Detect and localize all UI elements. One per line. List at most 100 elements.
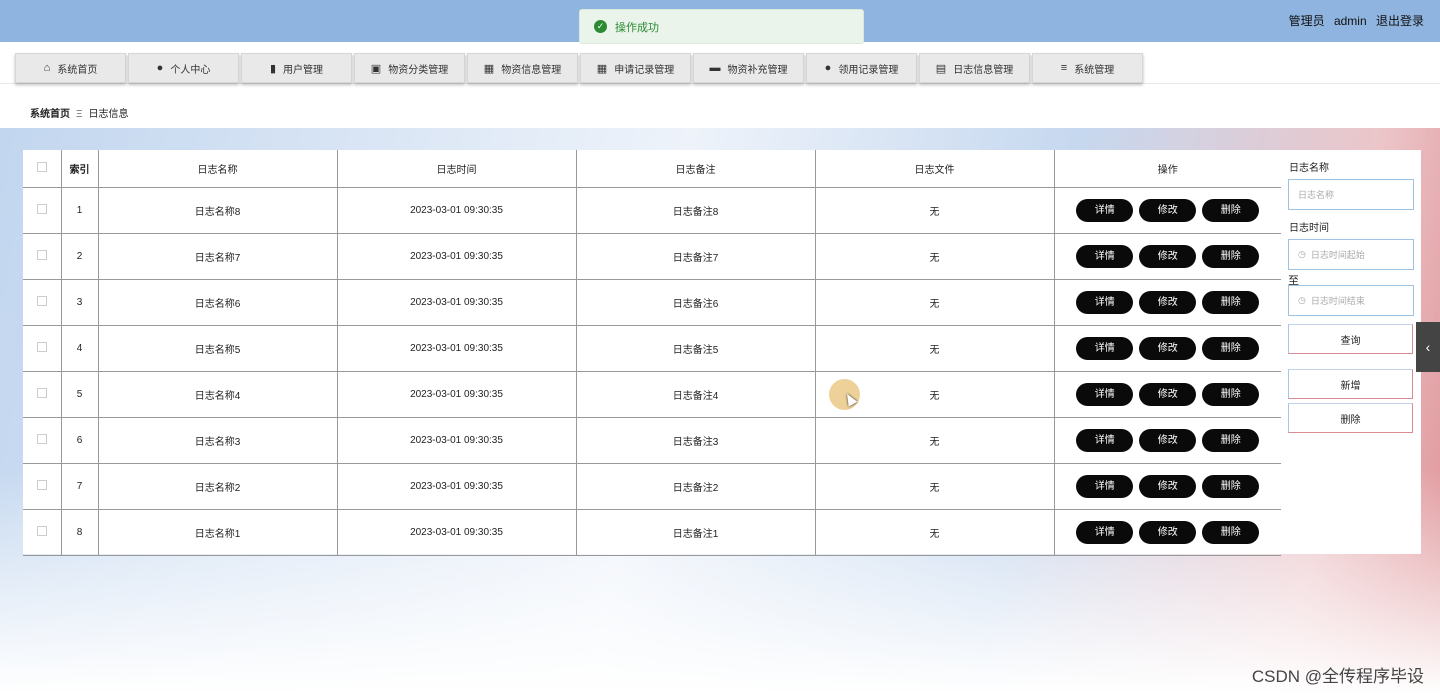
user-role: 管理员 (1288, 14, 1325, 28)
cell-time: 2023-03-01 09:30:35 (336, 325, 576, 372)
nav-label: 个人中心 (170, 64, 211, 76)
cell-time: 2023-03-01 09:30:35 (336, 463, 576, 510)
delete-button[interactable]: 删除 (1202, 198, 1260, 222)
edit-button[interactable]: 修改 (1139, 428, 1197, 452)
delete-button[interactable]: 删除 (1202, 382, 1260, 406)
grid-icon: ▦ (596, 62, 608, 75)
cell-name: 日志名称6 (97, 279, 337, 326)
username: admin (1333, 14, 1367, 28)
nav-item-users[interactable]: ▮ 用户管理 (241, 53, 352, 83)
home-icon: ⌂ (43, 62, 51, 74)
time-start-input[interactable]: ◷ 日志时间起始 (1288, 239, 1414, 270)
row-select-cell (23, 233, 61, 280)
watermark: CSDN @全传程序毕设 (1251, 667, 1424, 686)
time-end-input[interactable]: ◷ 日志时间结束 (1288, 285, 1414, 316)
row-checkbox[interactable] (36, 249, 47, 260)
row-checkbox[interactable] (36, 387, 47, 398)
edit-button[interactable]: 修改 (1139, 382, 1197, 406)
row-checkbox[interactable] (36, 433, 47, 444)
nav-item-home[interactable]: ⌂ 系统首页 (15, 53, 126, 83)
select-all-checkbox[interactable] (36, 161, 47, 172)
nav-item-application-records[interactable]: ▦ 申请记录管理 (580, 53, 691, 83)
nav-item-material-info[interactable]: ▦ 物资信息管理 (467, 53, 578, 83)
nav-label: 用户管理 (283, 64, 324, 76)
row-select-cell (23, 187, 61, 234)
table-row: 7 日志名称2 2023-03-01 09:30:35 日志备注2 无 详情 修改… (23, 463, 1281, 510)
delete-button[interactable]: 删除 (1202, 244, 1260, 268)
cell-actions: 详情 修改 删除 (1053, 509, 1281, 556)
delete-button[interactable]: 删除 (1202, 336, 1260, 360)
check-circle-icon: ✓ (594, 20, 607, 33)
detail-button[interactable]: 详情 (1076, 336, 1134, 360)
detail-button[interactable]: 详情 (1076, 382, 1134, 406)
nav-label: 物资补充管理 (727, 64, 788, 76)
edit-button[interactable]: 修改 (1139, 198, 1197, 222)
delete-button[interactable]: 删除 (1202, 520, 1260, 544)
nav-item-profile[interactable]: ● 个人中心 (128, 53, 239, 83)
detail-button[interactable]: 详情 (1076, 198, 1134, 222)
edit-button[interactable]: 修改 (1139, 244, 1197, 268)
nav-item-receipt-records[interactable]: ● 领用记录管理 (806, 53, 917, 83)
edit-button[interactable]: 修改 (1139, 520, 1197, 544)
row-checkbox[interactable] (36, 341, 47, 352)
cell-index: 2 (60, 233, 98, 280)
row-checkbox[interactable] (36, 479, 47, 490)
add-button[interactable]: 新增 (1288, 369, 1413, 399)
cell-index: 4 (60, 325, 98, 372)
cell-actions: 详情 修改 删除 (1053, 279, 1281, 326)
nav-item-material-supply[interactable]: ▬ 物资补充管理 (693, 53, 804, 83)
cell-time: 2023-03-01 09:30:35 (336, 187, 576, 234)
logout-link[interactable]: 退出登录 (1376, 14, 1424, 28)
edit-button[interactable]: 修改 (1139, 290, 1197, 314)
col-actions: 操作 (1053, 150, 1281, 188)
breadcrumb-home[interactable]: 系统首页 (30, 109, 70, 120)
collapse-toggle[interactable]: ‹ (1416, 322, 1440, 372)
success-toast: ✓ 操作成功 (579, 9, 864, 44)
cell-name: 日志名称8 (97, 187, 337, 234)
cell-index: 6 (60, 417, 98, 464)
row-checkbox[interactable] (36, 295, 47, 306)
printer-icon: ▤ (935, 62, 947, 75)
table-row: 5 日志名称4 2023-03-01 09:30:35 日志备注4 无 详情 修改… (23, 371, 1281, 418)
nav-item-material-category[interactable]: ▣ 物资分类管理 (354, 53, 465, 83)
cell-note: 日志备注2 (575, 463, 815, 510)
clock-icon: ◷ (1298, 249, 1306, 259)
table-row: 2 日志名称7 2023-03-01 09:30:35 日志备注7 无 详情 修改… (23, 233, 1281, 280)
col-time: 日志时间 (336, 150, 576, 188)
nav-label: 系统管理 (1074, 64, 1115, 76)
detail-button[interactable]: 详情 (1076, 428, 1134, 452)
cell-name: 日志名称5 (97, 325, 337, 372)
time-end-placeholder: 日志时间结束 (1310, 296, 1365, 306)
edit-button[interactable]: 修改 (1139, 336, 1197, 360)
name-search-input[interactable]: 日志名称 (1288, 179, 1414, 210)
menu-icon: ≡ (1060, 62, 1068, 74)
cell-index: 1 (60, 187, 98, 234)
book-icon: ▮ (269, 62, 277, 75)
row-checkbox[interactable] (36, 203, 47, 214)
cell-actions: 详情 修改 删除 (1053, 463, 1281, 510)
detail-button[interactable]: 详情 (1076, 244, 1134, 268)
cell-note: 日志备注1 (575, 509, 815, 556)
detail-button[interactable]: 详情 (1076, 520, 1134, 544)
chevron-left-icon: ‹ (1425, 339, 1431, 355)
detail-button[interactable]: 详情 (1076, 290, 1134, 314)
row-select-cell (23, 463, 61, 510)
detail-button[interactable]: 详情 (1076, 474, 1134, 498)
cell-file: 无 (814, 325, 1054, 372)
row-checkbox[interactable] (36, 525, 47, 536)
cell-note: 日志备注7 (575, 233, 815, 280)
cell-actions: 详情 修改 删除 (1053, 187, 1281, 234)
delete-button[interactable]: 删除 (1202, 290, 1260, 314)
col-note: 日志备注 (575, 150, 815, 188)
nav-item-log-info[interactable]: ▤ 日志信息管理 (919, 53, 1030, 83)
nav-item-system[interactable]: ≡ 系统管理 (1032, 53, 1143, 83)
edit-button[interactable]: 修改 (1139, 474, 1197, 498)
query-button[interactable]: 查询 (1288, 324, 1413, 354)
batch-delete-button[interactable]: 删除 (1288, 403, 1413, 433)
grid-icon: ▦ (483, 62, 495, 75)
breadcrumb-separator: Ξ (76, 109, 83, 120)
cell-file: 无 (814, 279, 1054, 326)
delete-button[interactable]: 删除 (1202, 428, 1260, 452)
table-row: 6 日志名称3 2023-03-01 09:30:35 日志备注3 无 详情 修改… (23, 417, 1281, 464)
delete-button[interactable]: 删除 (1202, 474, 1260, 498)
